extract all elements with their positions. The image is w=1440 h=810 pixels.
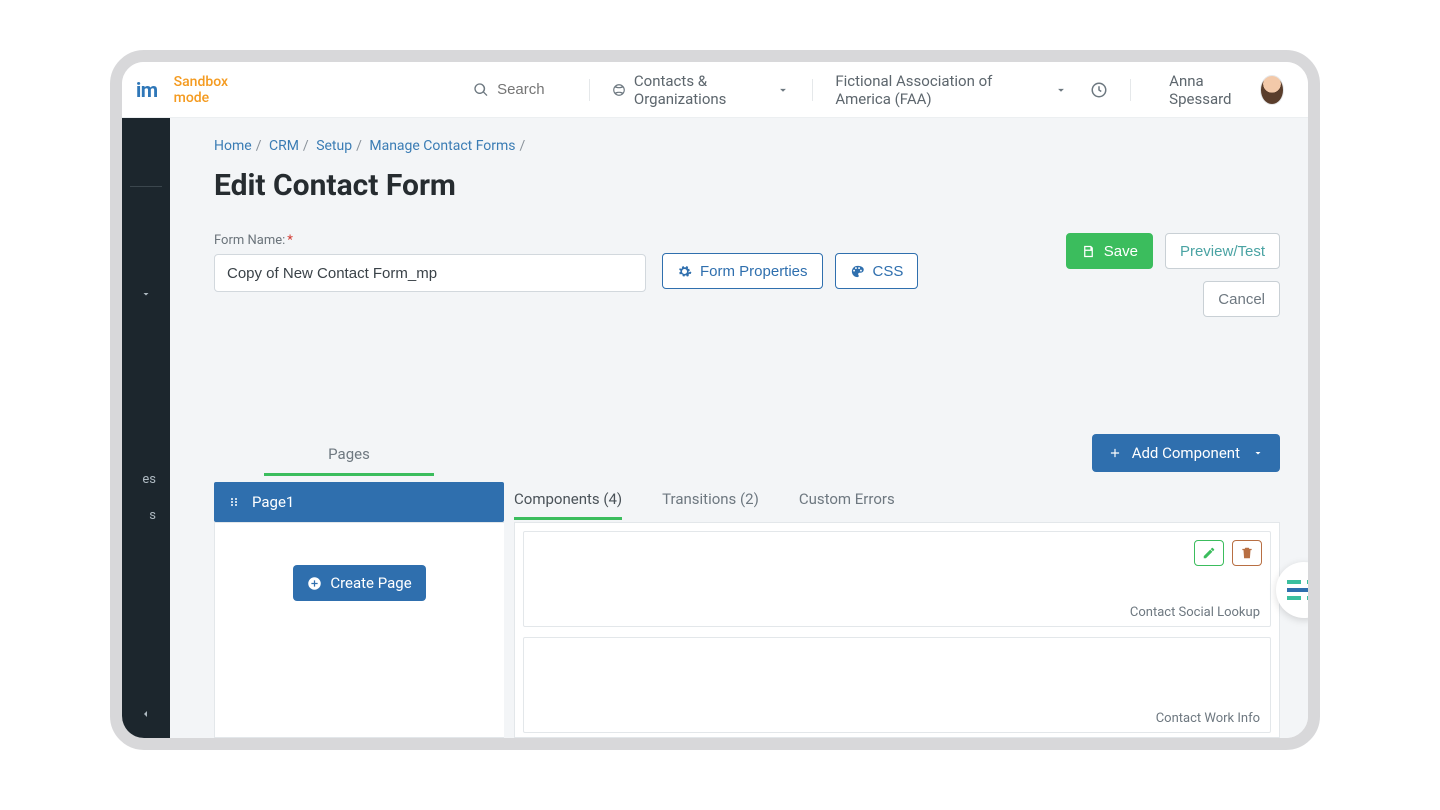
trash-icon — [1240, 546, 1254, 560]
component-card-label: Contact Work Info — [1156, 711, 1260, 726]
search-icon — [473, 82, 489, 98]
chevron-down-icon — [1252, 447, 1264, 459]
org-name-label: Fictional Association of America (FAA) — [835, 72, 1044, 108]
create-page-button[interactable]: Create Page — [293, 565, 425, 601]
breadcrumb-manage-forms[interactable]: Manage Contact Forms — [369, 138, 515, 154]
delete-component-button[interactable] — [1232, 540, 1262, 566]
cancel-button[interactable]: Cancel — [1203, 281, 1280, 317]
separator — [812, 79, 813, 101]
tab-components[interactable]: Components (4) — [514, 490, 622, 520]
breadcrumb: Home/ CRM/ Setup/ Manage Contact Forms/ — [214, 138, 1280, 154]
user-menu[interactable]: Anna Spessard — [1169, 72, 1294, 108]
form-name-label: Form Name:* — [214, 233, 646, 248]
left-nav-rail: es s — [122, 118, 170, 738]
help-icon — [1287, 580, 1308, 600]
cancel-button-label: Cancel — [1218, 291, 1265, 308]
org-switcher[interactable]: Fictional Association of America (FAA) — [835, 72, 1068, 108]
main-content: Home/ CRM/ Setup/ Manage Contact Forms/ … — [170, 118, 1308, 738]
components-column: Add Component Components (4) Transitions… — [514, 434, 1280, 738]
user-name-label: Anna Spessard — [1169, 72, 1249, 108]
tab-pages[interactable]: Pages — [264, 434, 434, 476]
form-properties-label: Form Properties — [700, 263, 808, 280]
component-card-label: Contact Social Lookup — [1130, 605, 1260, 620]
add-component-button[interactable]: Add Component — [1092, 434, 1280, 472]
page-item-label: Page1 — [252, 493, 294, 511]
plus-circle-icon — [307, 576, 322, 591]
component-subtabs: Components (4) Transitions (2) Custom Er… — [514, 484, 1280, 526]
css-button[interactable]: CSS — [835, 253, 919, 289]
plus-icon — [1108, 446, 1122, 460]
form-toolbar-row: Form Name:* Form Properties — [214, 233, 1280, 317]
globe-icon — [612, 83, 626, 97]
form-properties-button[interactable]: Form Properties — [662, 253, 823, 289]
rail-collapse-icon[interactable] — [122, 708, 170, 720]
edit-component-button[interactable] — [1194, 540, 1224, 566]
sandbox-mode-label: Sandbox mode — [174, 74, 251, 106]
chevron-down-icon — [1054, 83, 1068, 97]
preview-button[interactable]: Preview/Test — [1165, 233, 1280, 269]
rail-item-stub[interactable]: es — [122, 468, 156, 491]
page-item-page1[interactable]: Page1 — [214, 482, 504, 522]
breadcrumb-home[interactable]: Home — [214, 138, 252, 154]
save-button-label: Save — [1104, 243, 1138, 260]
tab-transitions[interactable]: Transitions (2) — [662, 490, 759, 520]
history-icon[interactable] — [1090, 81, 1108, 99]
separator — [589, 79, 590, 101]
component-card[interactable]: Contact Social Lookup — [523, 531, 1271, 627]
logo-fragment: im — [136, 78, 158, 102]
breadcrumb-setup[interactable]: Setup — [316, 138, 352, 154]
search-control[interactable] — [473, 81, 567, 98]
tab-custom-errors[interactable]: Custom Errors — [799, 490, 895, 520]
pages-panel: Create Page — [214, 522, 504, 738]
form-name-input[interactable] — [214, 254, 646, 292]
component-list: Contact Social Lookup Contact Work Info — [514, 522, 1280, 738]
page-title: Edit Contact Form — [214, 168, 1280, 203]
create-page-label: Create Page — [330, 574, 411, 592]
pencil-icon — [1202, 546, 1216, 560]
drag-handle-icon[interactable] — [228, 496, 240, 508]
rail-expand-icon[interactable] — [122, 288, 170, 300]
save-button[interactable]: Save — [1066, 233, 1153, 269]
breadcrumb-crm[interactable]: CRM — [269, 138, 299, 154]
nav-contacts-organizations[interactable]: Contacts & Organizations — [612, 72, 791, 108]
preview-button-label: Preview/Test — [1180, 243, 1265, 260]
palette-icon — [850, 264, 865, 279]
save-icon — [1081, 244, 1096, 259]
css-button-label: CSS — [873, 263, 904, 280]
editor-area: Pages Page1 Creat — [214, 434, 1280, 738]
separator — [1130, 79, 1131, 101]
avatar — [1260, 75, 1284, 105]
chevron-down-icon — [776, 83, 790, 97]
rail-divider — [130, 186, 162, 187]
topbar: im Sandbox mode Contacts & Organizations — [122, 62, 1308, 118]
component-card[interactable]: Contact Work Info — [523, 637, 1271, 733]
nav-contacts-label: Contacts & Organizations — [634, 72, 767, 108]
pages-column: Pages Page1 Creat — [214, 434, 504, 738]
add-component-label: Add Component — [1132, 444, 1240, 462]
rail-item-stub[interactable]: s — [122, 504, 156, 527]
search-input[interactable] — [497, 81, 567, 98]
gear-icon — [677, 264, 692, 279]
